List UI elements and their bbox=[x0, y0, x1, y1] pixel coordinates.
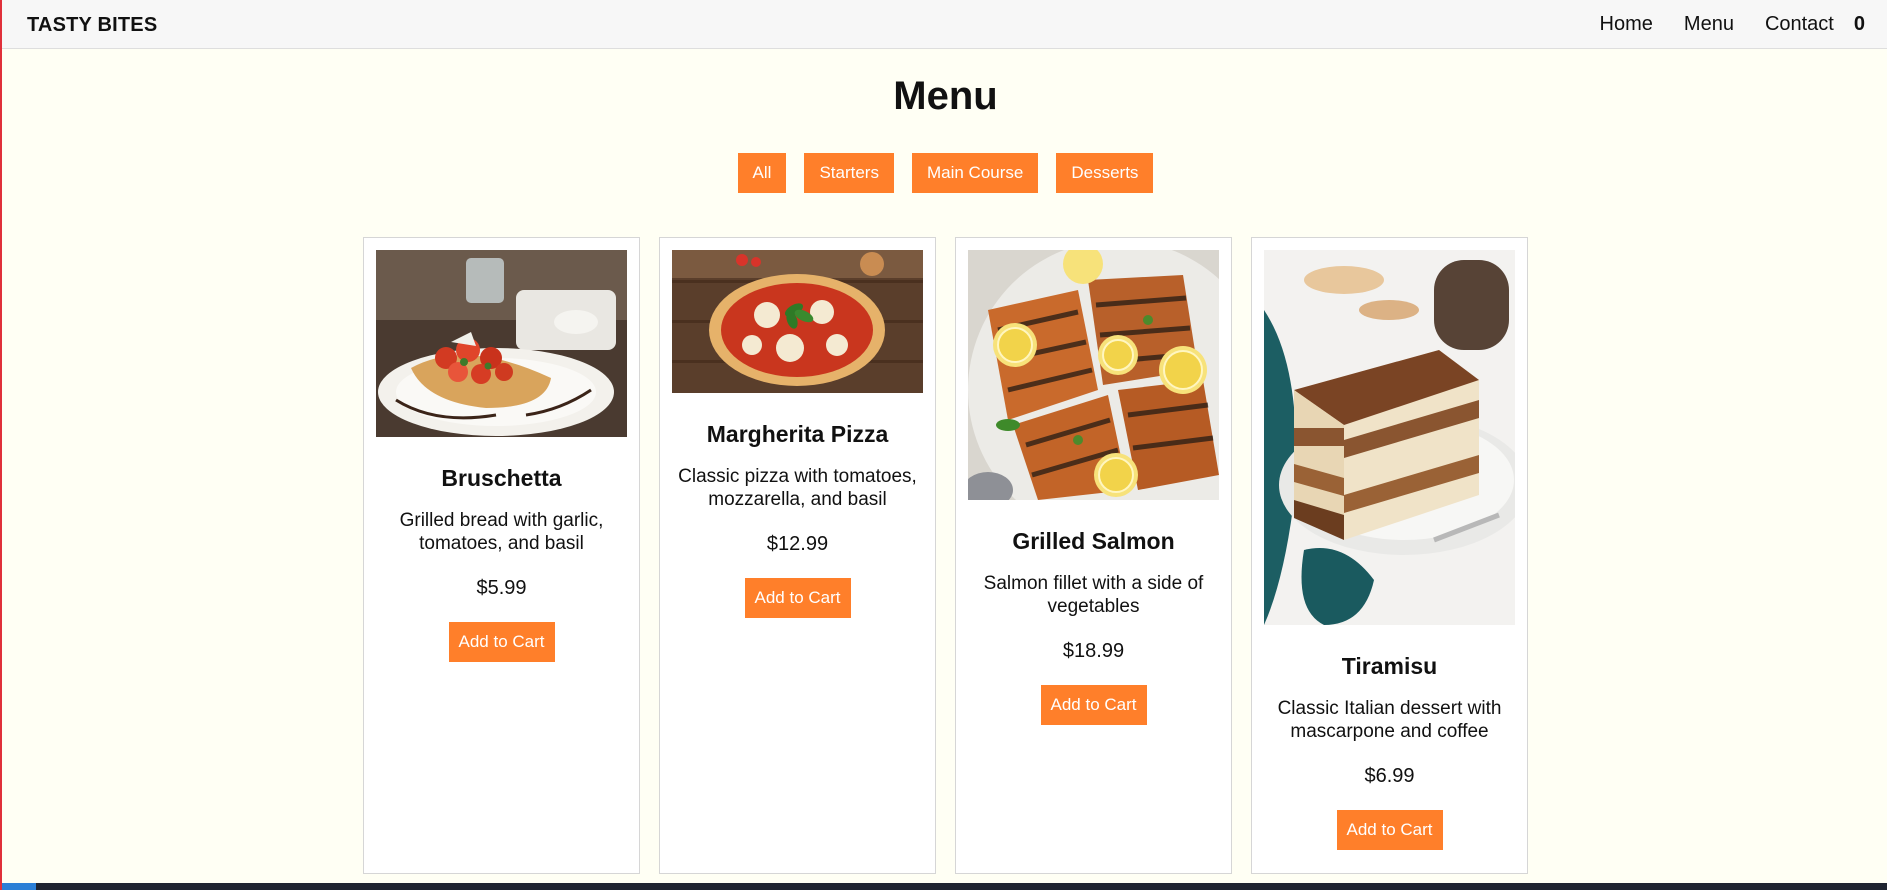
add-to-cart-button[interactable]: Add to Cart bbox=[1040, 685, 1147, 725]
filter-all-button[interactable]: All bbox=[737, 153, 787, 193]
start-button[interactable] bbox=[2, 883, 36, 890]
main-nav: Home Menu Contact 0 bbox=[1569, 13, 1865, 36]
add-to-cart-button[interactable]: Add to Cart bbox=[744, 578, 851, 618]
tiramisu-image bbox=[1264, 250, 1515, 625]
brand-logo[interactable]: TASTY BITES bbox=[27, 14, 157, 37]
bruschetta-image bbox=[376, 250, 627, 437]
item-name: Bruschetta bbox=[441, 465, 562, 491]
item-name: Tiramisu bbox=[1341, 653, 1438, 679]
salmon-image bbox=[968, 250, 1219, 500]
browser-viewport: TASTY BITES Home Menu Contact 0 Menu All… bbox=[0, 0, 1887, 890]
item-price: $6.99 bbox=[1364, 765, 1415, 787]
top-navbar: TASTY BITES Home Menu Contact 0 bbox=[2, 0, 1887, 49]
pizza-image bbox=[672, 250, 923, 393]
nav-home-link[interactable]: Home bbox=[1600, 13, 1653, 36]
menu-card: Tiramisu Classic Italian dessert with ma… bbox=[1251, 237, 1528, 874]
item-description: Salmon fillet with a side of vegetables bbox=[983, 573, 1204, 617]
menu-card: Bruschetta Grilled bread with garlic, to… bbox=[363, 237, 640, 874]
filter-starters-button[interactable]: Starters bbox=[804, 153, 894, 193]
page-title: Menu bbox=[893, 74, 998, 118]
menu-grid: Bruschetta Grilled bread with garlic, to… bbox=[363, 237, 1528, 874]
item-price: $5.99 bbox=[476, 577, 527, 599]
item-description: Classic Italian dessert with mascarpone … bbox=[1277, 698, 1502, 742]
add-to-cart-button[interactable]: Add to Cart bbox=[448, 622, 555, 662]
menu-card: Margherita Pizza Classic pizza with toma… bbox=[659, 237, 936, 874]
nav-menu-link[interactable]: Menu bbox=[1684, 13, 1734, 36]
filter-main-course-button[interactable]: Main Course bbox=[911, 153, 1039, 193]
add-to-cart-button[interactable]: Add to Cart bbox=[1336, 810, 1443, 850]
cart-count-badge[interactable]: 0 bbox=[1854, 13, 1865, 36]
category-filter-bar: All Starters Main Course Desserts bbox=[2, 153, 1887, 193]
item-name: Grilled Salmon bbox=[1012, 528, 1175, 554]
menu-card: Grilled Salmon Salmon fillet with a side… bbox=[955, 237, 1232, 874]
nav-contact-link[interactable]: Contact bbox=[1765, 13, 1834, 36]
item-price: $18.99 bbox=[1062, 640, 1125, 662]
item-name: Margherita Pizza bbox=[706, 421, 889, 447]
os-taskbar bbox=[2, 883, 1887, 890]
item-price: $12.99 bbox=[766, 533, 829, 555]
filter-desserts-button[interactable]: Desserts bbox=[1056, 153, 1154, 193]
item-description: Classic pizza with tomatoes, mozzarella,… bbox=[678, 466, 917, 510]
item-description: Grilled bread with garlic, tomatoes, and… bbox=[399, 510, 604, 554]
